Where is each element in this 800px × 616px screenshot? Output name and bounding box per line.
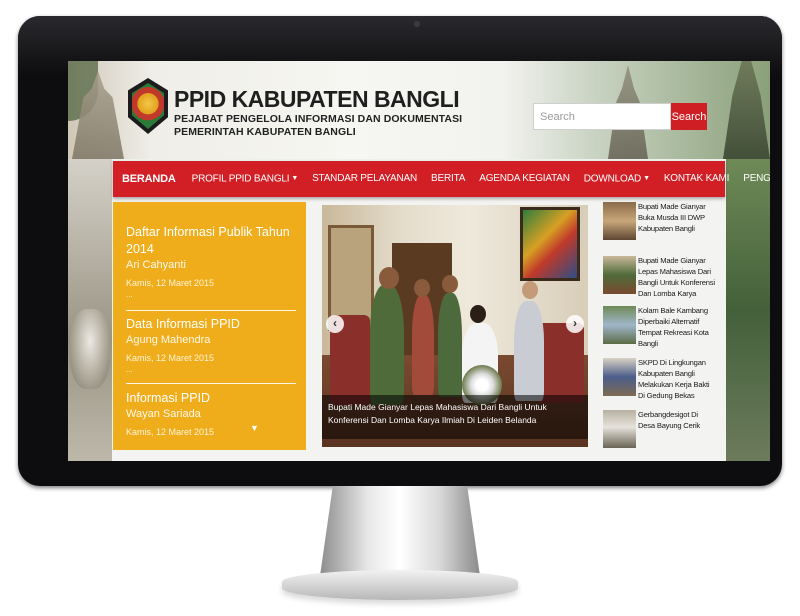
- info-divider: [126, 383, 296, 384]
- slider-caption: Bupati Made Gianyar Lepas Mahasiswa Dari…: [322, 395, 588, 439]
- news-item-title[interactable]: Gerbangdesigot Di Desa Bayung Cerik: [638, 409, 716, 431]
- search-input[interactable]: [533, 103, 671, 130]
- monitor-stand-neck: [320, 486, 480, 576]
- info-item-author: Ari Cahyanti: [126, 259, 186, 271]
- search-button[interactable]: Search: [671, 103, 707, 130]
- info-item-title[interactable]: Data Informasi PPID: [126, 316, 296, 333]
- info-item-title[interactable]: Daftar Informasi Publik Tahun 2014: [126, 224, 296, 258]
- info-item-author: Agung Mahendra: [126, 334, 211, 346]
- slide-photo-head: [414, 279, 430, 297]
- news-item-title[interactable]: Kolam Bale Kambang Diperbaiki Alternatif…: [638, 305, 716, 349]
- nav-item-kontak-kami[interactable]: KONTAK KAMI: [657, 161, 736, 197]
- webcam-icon: [414, 21, 420, 27]
- slider-caption-text[interactable]: Bupati Made Gianyar Lepas Mahasiswa Dari…: [328, 401, 584, 427]
- news-item[interactable]: Gerbangdesigot Di Desa Bayung Cerik: [602, 409, 716, 453]
- site-title[interactable]: PPID KABUPATEN BANGLI: [174, 86, 460, 113]
- slide-photo-person: [370, 285, 404, 405]
- info-item-more: ...: [126, 290, 133, 299]
- info-item-title[interactable]: Informasi PPID: [126, 390, 296, 407]
- slide-photo-head: [379, 267, 399, 289]
- info-item[interactable]: Informasi PPID Wayan Sariada Kamis, 12 M…: [126, 390, 296, 439]
- info-item-date: Kamis, 12 Maret 2015: [126, 278, 215, 288]
- nav-item-beranda[interactable]: BERANDA: [113, 161, 185, 197]
- news-thumbnail[interactable]: [603, 256, 636, 294]
- chevron-down-icon[interactable]: ▼: [250, 423, 259, 433]
- info-item[interactable]: Data Informasi PPID Agung Mahendra Kamis…: [126, 316, 296, 375]
- info-item-date: Kamis, 12 Maret 2015: [126, 353, 215, 363]
- slide-photo-person: [438, 293, 462, 397]
- news-item[interactable]: Bupati Made Gianyar Lepas Mahasiswa Dari…: [602, 255, 716, 305]
- nav-item-download[interactable]: DOWNLOAD ▼: [577, 161, 657, 197]
- site-subtitle-line2: PEMERINTAH KABUPATEN BANGLI: [174, 126, 356, 138]
- info-item-date: Kamis, 12 Maret 2015: [126, 427, 215, 437]
- caret-down-icon: ▼: [291, 175, 299, 182]
- monitor-frame: PPID KABUPATEN BANGLI PEJABAT PENGELOLA …: [18, 16, 782, 486]
- news-thumbnail[interactable]: [603, 306, 636, 344]
- photo-slider[interactable]: ‹ › Bupati Made Gianyar Lepas Mahasiswa …: [322, 205, 588, 447]
- slide-photo-painting: [520, 207, 580, 281]
- info-item-author: Wayan Sariada: [126, 408, 201, 420]
- slide-photo-person: [412, 295, 434, 395]
- nav-item-label: PROFIL PPID BANGLI: [191, 173, 290, 185]
- screen: PPID KABUPATEN BANGLI PEJABAT PENGELOLA …: [68, 61, 770, 461]
- logo-emblem-icon: [132, 83, 164, 129]
- info-divider: [126, 310, 296, 311]
- site-subtitle-line1: PEJABAT PENGELOLA INFORMASI DAN DOKUMENT…: [174, 113, 463, 125]
- public-info-panel: Daftar Informasi Publik Tahun 2014 Ari C…: [113, 202, 306, 450]
- background-right-foliage: [726, 159, 770, 461]
- statue-face-image: [70, 309, 110, 389]
- news-item-title[interactable]: Bupati Made Gianyar Lepas Mahasiswa Dari…: [638, 255, 716, 299]
- slide-photo-head: [442, 275, 458, 293]
- nav-item-agenda-kegiatan[interactable]: AGENDA KEGIATAN: [472, 161, 577, 197]
- news-item[interactable]: SKPD Di Lingkungan Kabupaten Bangli Mela…: [602, 357, 716, 407]
- nav-item-label: DOWNLOAD: [583, 173, 642, 185]
- info-item[interactable]: Daftar Informasi Publik Tahun 2014 Ari C…: [126, 224, 296, 300]
- slider-next-icon[interactable]: ›: [566, 315, 584, 333]
- nav-item-pengaduan-online[interactable]: PENGADUAN ONLINE: [736, 161, 770, 197]
- site-header: PPID KABUPATEN BANGLI PEJABAT PENGELOLA …: [68, 61, 770, 159]
- info-item-more: ...: [126, 365, 133, 374]
- news-item[interactable]: Kolam Bale Kambang Diperbaiki Alternatif…: [602, 305, 716, 355]
- slide-photo-head: [522, 281, 538, 299]
- news-thumbnail[interactable]: [603, 410, 636, 448]
- nav-item-berita[interactable]: BERITA: [424, 161, 472, 197]
- header-gate-image: [723, 61, 770, 159]
- slide-photo-head: [470, 305, 486, 323]
- news-item-title[interactable]: Bupati Made Gianyar Buka Musda III DWP K…: [638, 201, 716, 245]
- slide-photo-person: [514, 301, 544, 401]
- news-item-title[interactable]: SKPD Di Lingkungan Kabupaten Bangli Mela…: [638, 357, 716, 401]
- nav-item-profil-ppid-bangli[interactable]: PROFIL PPID BANGLI ▼: [185, 161, 305, 197]
- news-thumbnail[interactable]: [603, 358, 636, 396]
- news-item[interactable]: Bupati Made Gianyar Buka Musda III DWP K…: [602, 201, 716, 251]
- main-navbar: BERANDA PROFIL PPID BANGLI ▼ STANDAR PELA…: [113, 161, 770, 197]
- monitor-stand-base: [282, 570, 518, 600]
- nav-item-standar-pelayanan[interactable]: STANDAR PELAYANAN: [305, 161, 424, 197]
- news-thumbnail[interactable]: [603, 202, 636, 240]
- background-left-statue: [68, 159, 112, 461]
- slider-prev-icon[interactable]: ‹: [326, 315, 344, 333]
- site-logo[interactable]: [128, 78, 168, 134]
- caret-down-icon: ▼: [643, 175, 650, 182]
- news-list: Bupati Made Gianyar Buka Musda III DWP K…: [602, 201, 716, 453]
